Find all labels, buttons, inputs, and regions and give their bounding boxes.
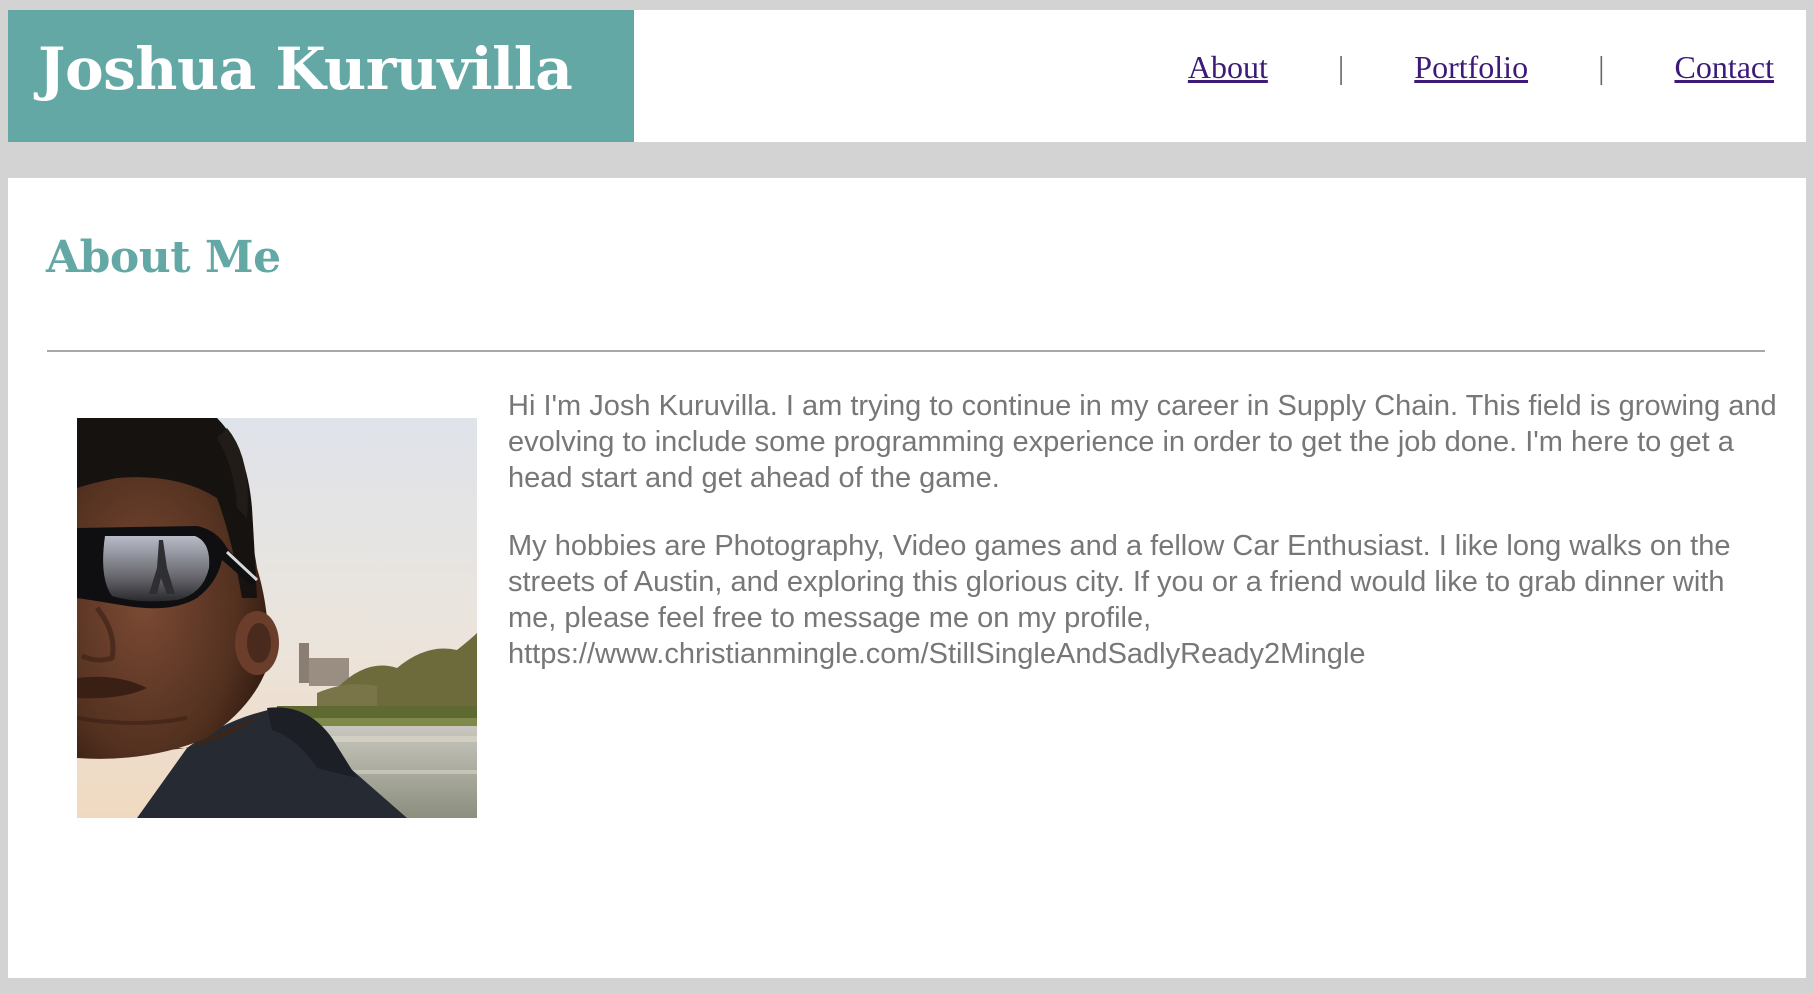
profile-photo bbox=[77, 418, 477, 818]
nav-link-portfolio[interactable]: Portfolio bbox=[1414, 48, 1528, 86]
nav-separator: | bbox=[1598, 49, 1605, 85]
brand-block: Joshua Kuruvilla bbox=[8, 10, 634, 142]
site-title: Joshua Kuruvilla bbox=[38, 35, 573, 103]
bio-paragraph: My hobbies are Photography, Video games … bbox=[508, 530, 1731, 670]
about-section: About Me Hi I'm Josh Kuruvilla. I am try… bbox=[8, 178, 1806, 978]
section-divider bbox=[47, 350, 1765, 352]
nav-separator: | bbox=[1337, 49, 1345, 85]
about-bio: Hi I'm Josh Kuruvilla. I am trying to co… bbox=[508, 388, 1778, 704]
nav-link-contact[interactable]: Contact bbox=[1674, 48, 1774, 86]
site-header: Joshua Kuruvilla About | Portfolio | Con… bbox=[8, 10, 1806, 142]
main-nav: About | Portfolio | Contact bbox=[1188, 48, 1774, 86]
nav-link-about[interactable]: About bbox=[1188, 48, 1268, 86]
bio-paragraph: Hi I'm Josh Kuruvilla. I am trying to co… bbox=[508, 390, 1777, 494]
section-title: About Me bbox=[46, 232, 281, 283]
